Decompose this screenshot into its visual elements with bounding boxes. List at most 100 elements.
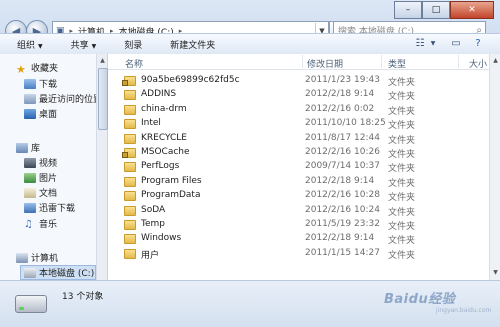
table-row[interactable]: Temp 2011/5/19 23:32 文件夹 xyxy=(108,218,500,232)
nav-label: 音乐 xyxy=(39,220,58,230)
file-date: 2011/1/15 14:27 xyxy=(305,247,380,258)
music-icon: ♫ xyxy=(24,218,33,230)
maximize-button[interactable]: □ xyxy=(422,1,450,19)
star-icon: ★ xyxy=(16,62,26,76)
drive-icon xyxy=(15,295,47,313)
share-menu[interactable]: 共享 ▼ xyxy=(54,38,108,51)
file-name: PerfLogs xyxy=(141,161,180,172)
nav-libraries[interactable]: 库 xyxy=(16,141,40,154)
file-date: 2012/2/16 10:28 xyxy=(305,190,380,201)
file-name: 90a5be69899c62fd5c xyxy=(141,75,240,85)
nav-computer[interactable]: 计算机 xyxy=(16,251,58,264)
file-date: 2011/1/23 19:43 xyxy=(305,75,380,85)
nav-local-disk[interactable]: 本地磁盘 (C:) xyxy=(20,265,96,280)
folder-icon xyxy=(124,176,136,187)
scroll-up-icon[interactable]: ▲ xyxy=(98,56,107,65)
organize-label: 组织 xyxy=(17,40,36,51)
folder-icon xyxy=(124,104,136,115)
file-type: 文件夹 xyxy=(388,150,416,160)
nav-label: 桌面 xyxy=(39,110,58,120)
file-type: 文件夹 xyxy=(388,250,416,261)
column-type[interactable]: 类型 xyxy=(388,57,406,70)
organize-menu[interactable]: 组织 ▼ xyxy=(0,38,54,51)
view-dropdown-icon[interactable]: ▼ xyxy=(428,36,438,51)
column-divider[interactable] xyxy=(458,55,459,68)
table-row[interactable]: PerfLogs 2009/7/14 10:37 文件夹 xyxy=(108,160,500,174)
file-type: 文件夹 xyxy=(388,164,416,175)
scroll-up-icon[interactable]: ▲ xyxy=(491,56,500,65)
watermark-logo: Baidu经验 xyxy=(384,292,456,307)
desktop-icon xyxy=(24,108,36,119)
burn-button[interactable]: 刻录 xyxy=(107,38,153,51)
content-scrollbar[interactable]: ▲ ▼ xyxy=(489,54,500,280)
nav-scroll-thumb[interactable] xyxy=(98,68,108,130)
column-header: 名称 修改日期 类型 大小 xyxy=(108,54,500,70)
table-row[interactable]: Program Files 2012/2/18 9:14 文件夹 xyxy=(108,175,500,189)
file-name: ProgramData xyxy=(141,190,201,201)
table-row[interactable]: ProgramData 2012/2/16 10:28 文件夹 xyxy=(108,189,500,203)
folder-icon xyxy=(124,162,136,173)
table-row[interactable]: KRECYCLE 2011/8/17 12:44 文件夹 xyxy=(108,132,500,146)
nav-xunlei-downloads[interactable]: 迅雷下载 xyxy=(24,201,75,214)
nav-label: 库 xyxy=(31,144,41,154)
table-row[interactable]: china-drm 2012/2/16 0:02 文件夹 xyxy=(108,103,500,117)
scroll-down-icon[interactable]: ▼ xyxy=(491,268,500,277)
nav-downloads[interactable]: 下载 xyxy=(24,77,57,90)
nav-videos[interactable]: 视频 xyxy=(24,156,57,169)
folder-icon xyxy=(124,205,136,216)
nav-music[interactable]: ♫ 音乐 xyxy=(24,217,58,231)
table-row[interactable]: MSOCache 2012/2/16 10:26 文件夹 xyxy=(108,146,500,160)
file-date: 2012/2/18 9:14 xyxy=(305,175,375,186)
file-type: 文件夹 xyxy=(388,178,416,189)
table-row[interactable]: 90a5be69899c62fd5c 2011/1/23 19:43 文件夹 xyxy=(108,74,500,88)
help-icon[interactable]: ? xyxy=(471,36,485,51)
new-folder-button[interactable]: 新建文件夹 xyxy=(153,38,226,51)
document-icon xyxy=(24,187,36,198)
nav-recent[interactable]: 最近访问的位置 xyxy=(24,92,102,105)
table-row[interactable]: Intel 2011/10/10 18:25 文件夹 xyxy=(108,117,500,131)
nav-label: 最近访问的位置 xyxy=(39,95,103,105)
folder-icon xyxy=(124,119,136,130)
table-row[interactable]: SoDA 2012/2/16 10:24 文件夹 xyxy=(108,204,500,218)
file-date: 2011/5/19 23:32 xyxy=(305,219,380,229)
column-size[interactable]: 大小 xyxy=(469,57,487,70)
file-date: 2012/2/18 9:14 xyxy=(305,233,375,244)
column-divider[interactable] xyxy=(302,55,303,68)
nav-label: 图片 xyxy=(39,174,58,184)
picture-icon xyxy=(24,172,36,183)
nav-scrollbar[interactable]: ▲ xyxy=(96,54,108,280)
window-controls: – □ ✕ xyxy=(394,1,494,19)
file-name: china-drm xyxy=(141,103,187,114)
nav-label: 文档 xyxy=(39,189,58,199)
nav-label: 下载 xyxy=(39,80,58,90)
minimize-button[interactable]: – xyxy=(394,1,422,19)
column-divider[interactable] xyxy=(381,55,382,68)
dropdown-caret-icon: ▼ xyxy=(91,42,97,50)
file-type: 文件夹 xyxy=(388,207,416,218)
file-type: 文件夹 xyxy=(388,121,416,132)
view-options-icon[interactable]: ☷ xyxy=(413,36,427,51)
column-name[interactable]: 名称 xyxy=(125,57,143,70)
close-button[interactable]: ✕ xyxy=(450,1,494,19)
nav-favorites[interactable]: ★ 收藏夹 xyxy=(16,61,58,76)
recent-places-icon xyxy=(24,93,36,104)
nav-pictures[interactable]: 图片 xyxy=(24,171,57,184)
table-row[interactable]: Windows 2012/2/18 9:14 文件夹 xyxy=(108,232,500,246)
nav-desktop[interactable]: 桌面 xyxy=(24,107,57,120)
locked-folder-icon xyxy=(122,76,136,86)
dropdown-caret-icon: ▼ xyxy=(38,42,43,50)
download-folder-icon xyxy=(24,78,36,89)
file-type: 文件夹 xyxy=(388,222,416,232)
file-name: SoDA xyxy=(141,204,166,215)
column-modified[interactable]: 修改日期 xyxy=(307,57,343,70)
table-row[interactable]: ADDINS 2012/2/18 9:14 文件夹 xyxy=(108,88,500,102)
file-date: 2011/8/17 12:44 xyxy=(305,132,380,143)
file-name: Windows xyxy=(141,233,182,244)
file-type: 文件夹 xyxy=(388,193,416,204)
table-row[interactable]: 用户 2011/1/15 14:27 文件夹 xyxy=(108,247,500,261)
preview-pane-icon[interactable]: ▭ xyxy=(449,36,463,51)
nav-documents[interactable]: 文档 xyxy=(24,186,57,199)
file-type: 文件夹 xyxy=(388,106,416,117)
command-bar: 组织 ▼ 共享 ▼ 刻录 新建文件夹 ☷ ▼ ▭ ? xyxy=(0,33,500,55)
folder-icon xyxy=(124,248,136,259)
